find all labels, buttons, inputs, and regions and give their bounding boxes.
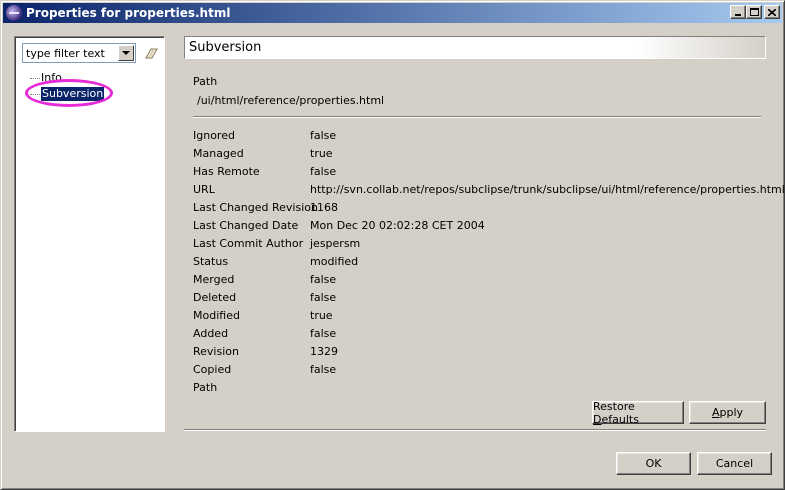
property-key: Copied [193,363,232,376]
apply-button[interactable]: Apply [689,401,766,424]
property-value: false [310,327,337,340]
property-value: Mon Dec 20 02:02:28 CET 2004 [310,219,485,232]
maximize-button[interactable] [746,5,762,19]
property-key: URL [193,183,215,196]
property-key: Last Changed Revision [193,201,318,214]
minimize-button[interactable] [730,5,746,19]
property-key: Modified [193,309,240,322]
tree-connector [30,78,40,79]
separator [193,116,761,118]
property-key: Last Commit Author [193,237,304,250]
property-key: Last Changed Date [193,219,299,232]
page-header: Subversion [184,36,766,59]
page-title: Subversion [189,40,262,55]
property-value: 1329 [310,345,338,358]
ok-label: OK [645,457,662,470]
maximize-icon [749,8,759,16]
minimize-icon [735,14,741,16]
ok-button[interactable]: OK [616,452,691,475]
chevron-down-icon [122,51,130,55]
property-value: true [310,309,333,322]
filter-input[interactable]: type filter text [23,47,118,60]
filter-combo[interactable]: type filter text [22,43,136,63]
property-value: false [310,165,337,178]
property-value: http://svn.collab.net/repos/subclipse/tr… [310,183,785,196]
property-value: false [310,129,337,142]
highlight-annotation [25,79,113,107]
restore-defaults-label: Restore Defaults [593,399,639,426]
property-key: Deleted [193,291,237,304]
property-key: Has Remote [193,165,260,178]
cancel-button[interactable]: Cancel [697,452,772,475]
property-value: false [310,363,337,376]
property-key: Added [193,327,229,340]
property-value: modified [310,255,359,268]
path-value: /ui/html/reference/properties.html [197,94,385,107]
page-navigation-panel: type filter text Info Subversion [14,36,165,432]
apply-label: Apply [711,406,744,419]
properties-dialog: Properties for properties.html type filt… [0,0,785,490]
property-key: Managed [193,147,244,160]
title-bar[interactable]: Properties for properties.html [3,3,782,23]
restore-defaults-button[interactable]: Restore Defaults [592,399,684,426]
property-value: false [310,273,337,286]
path-label: Path [193,75,218,88]
property-key: Revision [193,345,239,358]
property-value: 1168 [310,201,338,214]
close-icon [768,8,776,16]
eclipse-app-icon [6,5,22,21]
property-value: jespersm [310,237,361,250]
property-key: Path [193,381,218,394]
cancel-label: Cancel [715,457,754,470]
separator [184,429,766,431]
close-button[interactable] [764,5,780,19]
window-title: Properties for properties.html [26,6,231,20]
property-key: Merged [193,273,235,286]
property-value: true [310,147,333,160]
window-controls [730,5,780,19]
property-key: Ignored [193,129,235,142]
clear-filter-icon[interactable] [144,46,160,60]
filter-dropdown-button[interactable] [118,45,134,61]
property-key: Status [193,255,229,268]
property-value: false [310,291,337,304]
